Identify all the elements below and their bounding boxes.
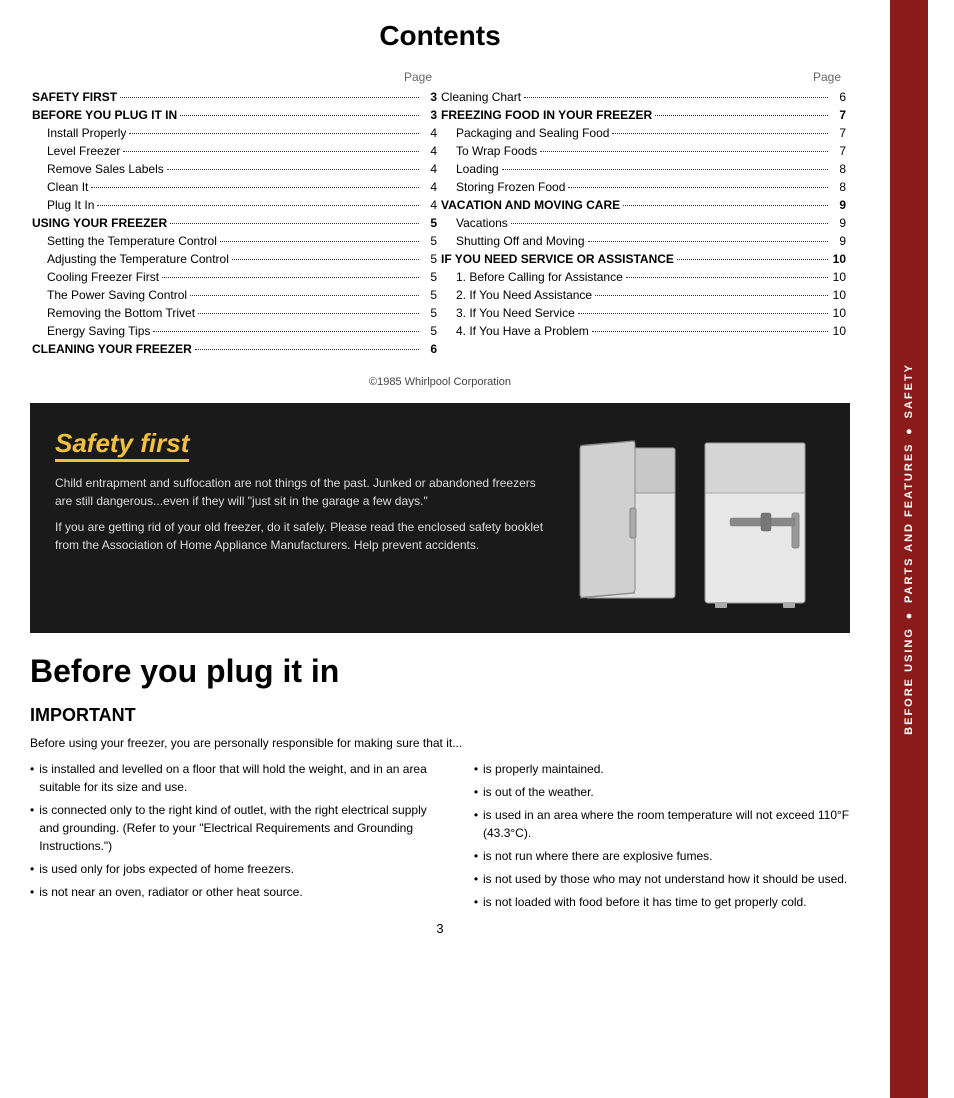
- list-item: is not near an oven, radiator or other h…: [30, 883, 444, 901]
- safety-section: Safety first Child entrapment and suffoc…: [30, 403, 850, 633]
- toc-item: Shutting Off and Moving9: [441, 232, 846, 250]
- toc-item: BEFORE YOU PLUG IT IN3: [32, 106, 437, 124]
- safety-para1: Child entrapment and suffocation are not…: [55, 474, 545, 510]
- toc-item: CLEANING YOUR FREEZER6: [32, 340, 437, 358]
- toc-item: IF YOU NEED SERVICE OR ASSISTANCE10: [441, 250, 846, 268]
- important-title: IMPORTANT: [30, 705, 850, 726]
- copyright-text: ©1985 Whirlpool Corporation: [30, 376, 850, 388]
- list-item: is used only for jobs expected of home f…: [30, 860, 444, 878]
- toc-item: Packaging and Sealing Food7: [441, 124, 846, 142]
- safety-body: Child entrapment and suffocation are not…: [55, 474, 545, 554]
- toc-item: 3. If You Need Service10: [441, 304, 846, 322]
- safety-title: Safety first: [55, 428, 189, 462]
- left-bullets: is installed and levelled on a floor tha…: [30, 760, 444, 916]
- toc-item: The Power Saving Control5: [32, 286, 437, 304]
- toc-item: Clean It4: [32, 178, 437, 196]
- toc-item: Remove Sales Labels4: [32, 160, 437, 178]
- toc-table: Page Page SAFETY FIRST3BEFORE YOU PLUG I…: [30, 67, 850, 361]
- list-item: is connected only to the right kind of o…: [30, 801, 444, 855]
- toc-right-col: Cleaning Chart6FREEZING FOOD IN YOUR FRE…: [441, 87, 846, 359]
- toc-item: Level Freezer4: [32, 142, 437, 160]
- toc-page-header-left: Page: [32, 69, 437, 85]
- list-item: is used in an area where the room temper…: [474, 806, 850, 842]
- toc-item: USING YOUR FREEZER5: [32, 214, 437, 232]
- toc-page-header-right: Page: [441, 69, 846, 85]
- toc-item: 2. If You Need Assistance10: [441, 286, 846, 304]
- safety-para2: If you are getting rid of your old freez…: [55, 518, 545, 554]
- bullet-columns: is installed and levelled on a floor tha…: [30, 760, 850, 916]
- sidebar-label: BEFORE USING ● PARTS AND FEATURES ● SAFE…: [903, 363, 915, 735]
- toc-item: Install Properly4: [32, 124, 437, 142]
- toc-item: Cooling Freezer First5: [32, 268, 437, 286]
- toc-item: Vacations9: [441, 214, 846, 232]
- safety-image: [565, 428, 825, 608]
- toc-item: Storing Frozen Food8: [441, 178, 846, 196]
- right-sidebar: BEFORE USING ● PARTS AND FEATURES ● SAFE…: [890, 0, 928, 1098]
- safety-text: Safety first Child entrapment and suffoc…: [55, 428, 545, 554]
- toc-item: Cleaning Chart6: [441, 88, 846, 106]
- right-bullets: is properly maintained. is out of the wea…: [474, 760, 850, 916]
- toc-item: SAFETY FIRST3: [32, 88, 437, 106]
- toc-item: Setting the Temperature Control5: [32, 232, 437, 250]
- contents-title: Contents: [30, 20, 850, 52]
- toc-item: 4. If You Have a Problem10: [441, 322, 846, 340]
- before-plug-title: Before you plug it in: [30, 653, 850, 690]
- list-item: is not loaded with food before it has ti…: [474, 893, 850, 911]
- list-item: is properly maintained.: [474, 760, 850, 778]
- freezer-svg: [575, 428, 815, 608]
- toc-item: Energy Saving Tips5: [32, 322, 437, 340]
- toc-item: To Wrap Foods7: [441, 142, 846, 160]
- toc-item: Loading8: [441, 160, 846, 178]
- toc-item: FREEZING FOOD IN YOUR FREEZER7: [441, 106, 846, 124]
- intro-text: Before using your freezer, you are perso…: [30, 734, 850, 752]
- page-number: 3: [436, 921, 443, 936]
- list-item: is not used by those who may not underst…: [474, 870, 850, 888]
- toc-item: VACATION AND MOVING CARE9: [441, 196, 846, 214]
- toc-item: 1. Before Calling for Assistance10: [441, 268, 846, 286]
- list-item: is out of the weather.: [474, 783, 850, 801]
- list-item: is installed and levelled on a floor tha…: [30, 760, 444, 796]
- toc-left-col: SAFETY FIRST3BEFORE YOU PLUG IT IN3Insta…: [32, 87, 437, 359]
- list-item: is not run where there are explosive fum…: [474, 847, 850, 865]
- toc-item: Plug It In4: [32, 196, 437, 214]
- toc-item: Removing the Bottom Trivet5: [32, 304, 437, 322]
- toc-item: Adjusting the Temperature Control5: [32, 250, 437, 268]
